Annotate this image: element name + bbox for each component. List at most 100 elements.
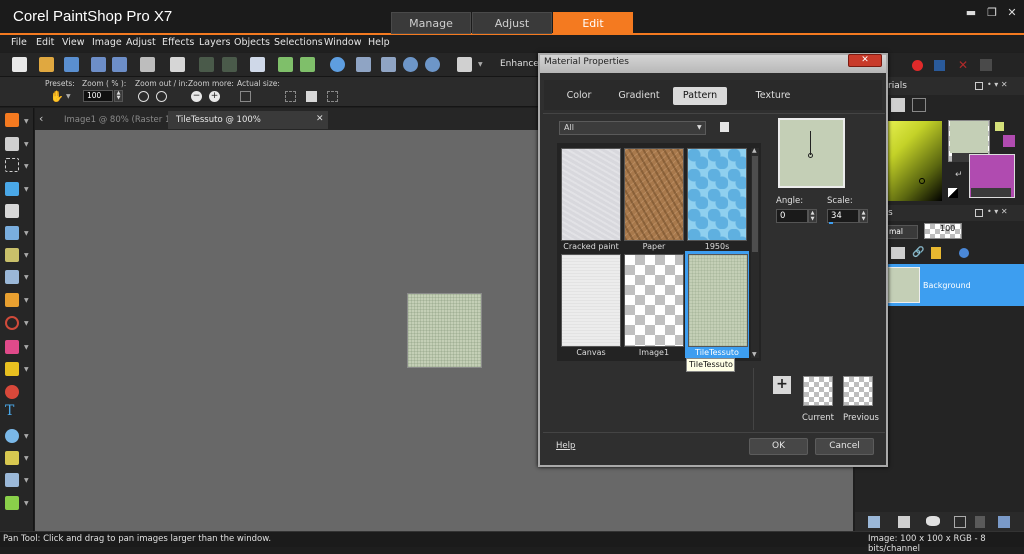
doc-tab-tiletessuto[interactable]: TileTessuto @ 100% (Background) [168, 111, 328, 143]
recent-color-2[interactable] [1003, 135, 1015, 147]
layers-options-icon[interactable] [975, 209, 983, 217]
new-layer-icon[interactable] [868, 516, 880, 528]
menu-help[interactable]: Help [368, 37, 390, 48]
color-changer-tool-icon[interactable] [5, 385, 19, 399]
save-icon[interactable] [91, 57, 106, 72]
current-swatch[interactable] [803, 376, 833, 406]
save-as-icon[interactable] [112, 57, 127, 72]
visibility-icon[interactable] [926, 516, 940, 526]
stop-icon[interactable]: ✕ [958, 58, 968, 72]
tabs-scroll-left-icon[interactable]: ‹ [39, 112, 43, 125]
angle-input[interactable]: 0 [776, 209, 808, 223]
info-icon[interactable] [330, 57, 345, 72]
add-to-swatches-button[interactable]: + [773, 376, 791, 394]
blend-mode-select[interactable]: mal [886, 225, 918, 239]
dropper-tool-icon[interactable] [5, 182, 19, 196]
layer-properties-icon[interactable] [998, 516, 1010, 528]
menu-edit[interactable]: Edit [36, 37, 54, 48]
zoom-input[interactable]: 100 [83, 90, 113, 102]
option-icon-3[interactable] [327, 91, 338, 102]
selection-tool-icon[interactable] [5, 158, 19, 172]
layer-effects-icon[interactable] [959, 248, 969, 258]
zoom-more-in-button[interactable]: + [209, 91, 220, 102]
chevron-down-icon[interactable]: ▼ [478, 61, 483, 68]
scale-input[interactable]: 34 [827, 209, 859, 223]
scroll-up-icon[interactable]: ▲ [752, 147, 757, 154]
panel-menu-icon[interactable]: • ▾ ✕ [987, 80, 1008, 89]
close-tab-icon[interactable]: ✕ [316, 114, 324, 124]
angle-spinner[interactable]: ▲ ▼ [808, 209, 817, 223]
scrollbar-thumb[interactable] [752, 156, 758, 252]
layer-group-icon[interactable] [891, 247, 905, 259]
chevron-down-icon[interactable]: ▼ [697, 124, 702, 131]
zoom-out-icon[interactable] [403, 57, 418, 72]
draw-tool-icon[interactable] [5, 496, 19, 510]
pattern-swatch-paper[interactable] [624, 148, 684, 241]
pattern-swatch-canvas[interactable] [561, 254, 621, 347]
tool-flyout-icon[interactable]: ▼ [24, 455, 29, 462]
layers-menu-icon[interactable]: • ▾ ✕ [987, 207, 1008, 216]
cancel-button[interactable]: Cancel [815, 438, 874, 455]
menu-file[interactable]: File [11, 37, 27, 48]
copy-icon[interactable] [457, 57, 472, 72]
tab-texture[interactable]: Texture [746, 87, 800, 105]
duplicate-icon[interactable] [954, 516, 966, 528]
enhance-menu[interactable]: Enhance [500, 59, 539, 69]
material-mode-icon-2[interactable] [912, 98, 926, 112]
image-tile[interactable] [407, 293, 482, 368]
tool-flyout-icon[interactable]: ▼ [24, 297, 29, 304]
tab-manage[interactable]: Manage [391, 12, 471, 34]
scroll-down-icon[interactable]: ▼ [752, 351, 757, 358]
actual-size-button[interactable] [240, 91, 251, 102]
tool-flyout-icon[interactable]: ▼ [24, 118, 29, 125]
tool-flyout-icon[interactable]: ▼ [24, 320, 29, 327]
reset-colors-icon[interactable] [948, 188, 958, 198]
tool-flyout-icon[interactable]: ▼ [24, 477, 29, 484]
tool-flyout-icon[interactable]: ▼ [24, 274, 29, 281]
tab-adjust[interactable]: Adjust [472, 12, 552, 34]
eraser-tool-icon[interactable] [5, 340, 19, 354]
angle-indicator-knob[interactable] [808, 153, 813, 158]
doc-tab-image1[interactable]: Image1 @ 80% (Raster 1) [56, 111, 182, 129]
zoom-more-out-button[interactable]: − [191, 91, 202, 102]
tool-flyout-icon[interactable]: ▼ [24, 230, 29, 237]
option-icon-1[interactable] [285, 91, 296, 102]
pattern-swatch-1950s[interactable] [687, 148, 747, 241]
pen-tool-icon[interactable] [5, 451, 19, 465]
material-mode-icon[interactable] [891, 98, 905, 112]
pick-tool-icon[interactable] [5, 137, 19, 151]
fill-tool-icon[interactable] [5, 362, 19, 376]
rotate-left-icon[interactable] [278, 57, 293, 72]
resize-icon[interactable] [250, 57, 265, 72]
record-icon[interactable] [912, 60, 923, 71]
swap-colors-icon[interactable]: ↵ [955, 170, 963, 180]
presets-dropdown-icon[interactable]: ▼ [66, 93, 71, 100]
zoom-out-button[interactable] [138, 91, 149, 102]
menu-objects[interactable]: Objects [234, 37, 270, 48]
rotate-right-icon[interactable] [300, 57, 315, 72]
pattern-swatch-tiletessuto[interactable] [688, 254, 748, 347]
fill-swatch-controls[interactable] [971, 188, 1011, 197]
zoom-in-button[interactable] [156, 91, 167, 102]
mask-icon[interactable] [898, 516, 910, 528]
clone-tool-icon[interactable] [5, 270, 19, 284]
red-eye-tool-icon[interactable] [5, 248, 19, 262]
tab-edit[interactable]: Edit [553, 12, 633, 34]
tool-flyout-icon[interactable]: ▼ [24, 344, 29, 351]
link-icon[interactable]: 🔗 [912, 247, 926, 259]
delete-layer-icon[interactable] [975, 516, 985, 528]
fit-window-icon[interactable] [356, 57, 371, 72]
crop-tool-icon[interactable] [5, 204, 19, 218]
pause-icon[interactable] [934, 60, 945, 71]
restore-icon[interactable]: ❐ [985, 6, 999, 19]
tool-flyout-icon[interactable]: ▼ [24, 141, 29, 148]
menu-layers[interactable]: Layers [199, 37, 230, 48]
text-tool-icon[interactable]: T [5, 403, 14, 419]
paint-brush-tool-icon[interactable] [5, 293, 19, 307]
open-folder-icon[interactable] [39, 57, 54, 72]
color-picker-field[interactable] [887, 121, 942, 201]
tool-flyout-icon[interactable]: ▼ [24, 366, 29, 373]
menu-view[interactable]: View [62, 37, 85, 48]
redo-icon[interactable] [222, 57, 237, 72]
help-link[interactable]: Help [556, 441, 575, 451]
